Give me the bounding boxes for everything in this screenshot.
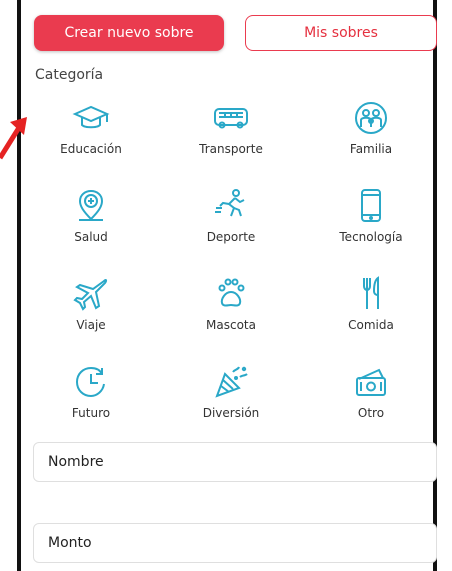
name-field[interactable]: Nombre bbox=[33, 442, 437, 482]
category-label: Diversión bbox=[202, 406, 260, 420]
category-heading: Categoría bbox=[35, 67, 104, 83]
runner-icon bbox=[215, 189, 245, 217]
category-label: Tecnología bbox=[339, 230, 403, 244]
category-label: Familia bbox=[349, 142, 393, 156]
graduation-cap-icon bbox=[72, 105, 110, 129]
amount-field-label: Monto bbox=[48, 535, 92, 551]
fork-knife-icon bbox=[363, 276, 379, 309]
category-comida[interactable]: Comida bbox=[301, 266, 441, 346]
create-envelope-button[interactable]: Crear nuevo sobre bbox=[34, 15, 224, 51]
health-pin-icon bbox=[78, 189, 104, 221]
airplane-icon bbox=[73, 278, 108, 311]
category-viaje[interactable]: Viaje bbox=[21, 266, 161, 346]
family-icon bbox=[355, 102, 387, 134]
category-label: Otro bbox=[357, 406, 385, 420]
category-diversion[interactable]: Diversión bbox=[161, 354, 301, 434]
category-label: Futuro bbox=[71, 406, 111, 420]
category-salud[interactable]: Salud bbox=[21, 178, 161, 258]
category-label: Viaje bbox=[76, 318, 106, 332]
category-label: Deporte bbox=[206, 230, 256, 244]
annotation-arrow-icon bbox=[0, 117, 27, 160]
app-screen: Crear nuevo sobre Mis sobres Categoría E… bbox=[17, 0, 437, 571]
paw-icon bbox=[218, 278, 245, 307]
category-mascota[interactable]: Mascota bbox=[161, 266, 301, 346]
category-educacion[interactable]: Educación bbox=[21, 90, 161, 170]
category-transporte[interactable]: Transporte bbox=[161, 90, 301, 170]
name-field-label: Nombre bbox=[48, 454, 104, 470]
category-futuro[interactable]: Futuro bbox=[21, 354, 161, 434]
clock-history-icon bbox=[75, 366, 105, 398]
smartphone-icon bbox=[361, 189, 381, 222]
category-familia[interactable]: Familia bbox=[301, 90, 441, 170]
category-label: Educación bbox=[60, 142, 122, 156]
category-deporte[interactable]: Deporte bbox=[161, 178, 301, 258]
category-label: Mascota bbox=[206, 318, 256, 332]
category-label: Salud bbox=[74, 230, 108, 244]
category-tecnologia[interactable]: Tecnología bbox=[301, 178, 441, 258]
my-envelopes-button[interactable]: Mis sobres bbox=[245, 15, 437, 51]
amount-field[interactable]: Monto bbox=[33, 523, 437, 563]
category-label: Transporte bbox=[199, 142, 263, 156]
bus-icon bbox=[214, 108, 248, 129]
category-otro[interactable]: Otro bbox=[301, 354, 441, 434]
party-popper-icon bbox=[215, 366, 248, 398]
category-label: Comida bbox=[348, 318, 394, 332]
money-icon bbox=[356, 368, 386, 396]
